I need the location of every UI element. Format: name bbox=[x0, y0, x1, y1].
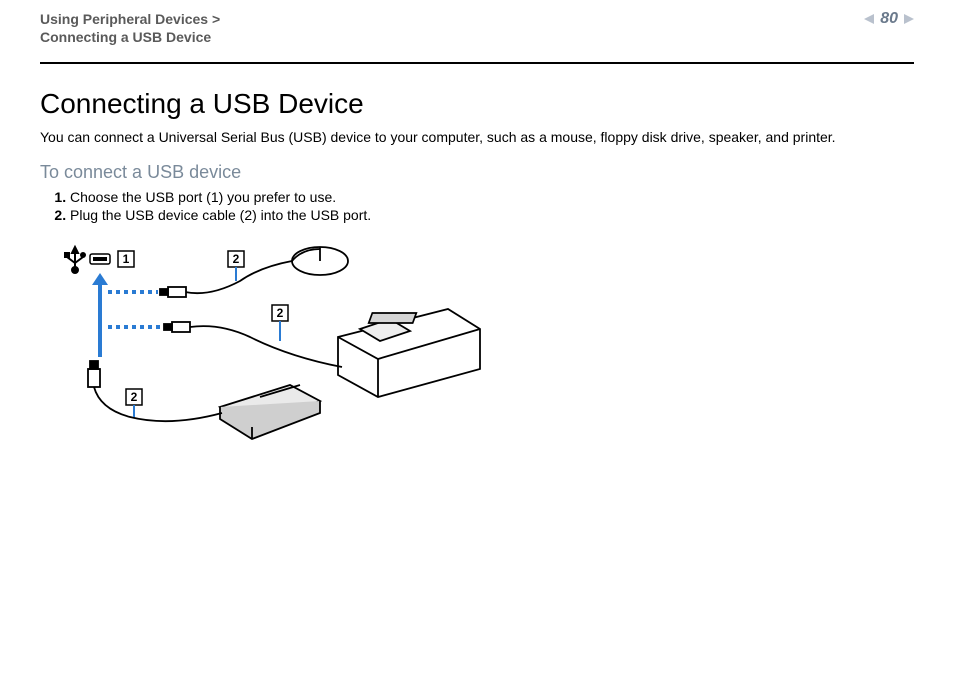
document-page: Using Peripheral Devices > Connecting a … bbox=[0, 0, 954, 674]
callout-2-printer: 2 bbox=[272, 305, 288, 341]
next-page-icon[interactable] bbox=[904, 14, 914, 24]
step-1: Choose the USB port (1) you prefer to us… bbox=[70, 189, 914, 205]
page-number: 80 bbox=[880, 10, 898, 28]
figure-usb-devices: 1 2 bbox=[60, 237, 914, 462]
usb-symbol-icon bbox=[65, 247, 85, 273]
page-title: Connecting a USB Device bbox=[40, 88, 914, 120]
callout-2-floppy: 2 bbox=[126, 389, 142, 417]
mouse-icon bbox=[160, 247, 348, 297]
lead-paragraph: You can connect a Universal Serial Bus (… bbox=[40, 128, 914, 148]
callout-2-mouse: 2 bbox=[228, 251, 244, 281]
callout-2c-label: 2 bbox=[131, 390, 138, 404]
usb-port-icon bbox=[90, 254, 110, 264]
arrow-up-icon bbox=[92, 273, 108, 357]
steps-list: Choose the USB port (1) you prefer to us… bbox=[40, 189, 914, 223]
header-rule bbox=[40, 62, 914, 64]
breadcrumb-line2: Connecting a USB Device bbox=[40, 28, 220, 46]
page-number-nav: 80 bbox=[864, 10, 914, 28]
step-2: Plug the USB device cable (2) into the U… bbox=[70, 207, 914, 223]
prev-page-icon[interactable] bbox=[864, 14, 874, 24]
printer-icon bbox=[164, 309, 480, 397]
usb-diagram-icon: 1 2 bbox=[60, 237, 490, 457]
callout-2a-label: 2 bbox=[233, 252, 240, 266]
breadcrumb-line1: Using Peripheral Devices > bbox=[40, 10, 220, 28]
page-header: Using Peripheral Devices > Connecting a … bbox=[40, 0, 914, 56]
breadcrumb: Using Peripheral Devices > Connecting a … bbox=[40, 10, 220, 46]
callout-1: 1 bbox=[118, 251, 134, 267]
callout-1-label: 1 bbox=[123, 252, 130, 266]
section-subhead: To connect a USB device bbox=[40, 162, 914, 183]
floppy-drive-icon bbox=[88, 361, 320, 439]
callout-2b-label: 2 bbox=[277, 306, 284, 320]
